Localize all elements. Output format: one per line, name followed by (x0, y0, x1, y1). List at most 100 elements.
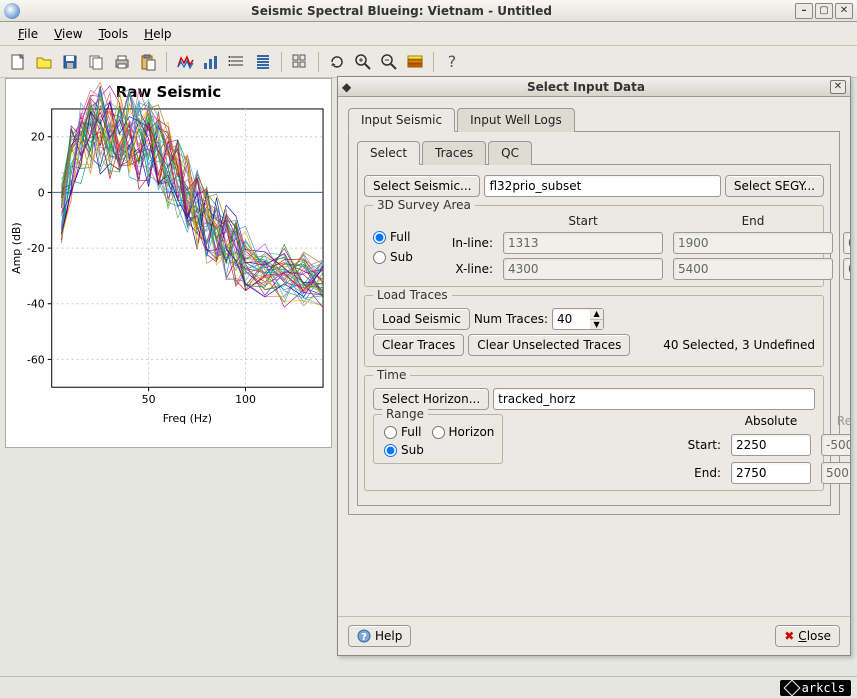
spinner-up-icon[interactable]: ▲ (590, 309, 603, 320)
chart-blue-icon[interactable] (199, 50, 223, 74)
window-titlebar: Seismic Spectral Blueing: Vietnam - Unti… (0, 0, 857, 22)
close-button[interactable]: ✖ Close (775, 625, 840, 647)
close-window-button[interactable]: ✕ (835, 3, 853, 19)
list-icon[interactable] (225, 50, 249, 74)
tab-input-seismic[interactable]: Input Seismic (348, 108, 455, 132)
plot-panel: Raw Seismic 50100-60-40-20020Amp (dB)Fre… (5, 78, 332, 448)
spinner-down-icon[interactable]: ▼ (590, 320, 603, 330)
new-file-icon[interactable] (6, 50, 30, 74)
select-seismic-button[interactable]: Select Seismic... (364, 175, 480, 197)
xline-start-input (503, 258, 663, 280)
tab-select[interactable]: Select (357, 141, 420, 165)
range-legend: Range (382, 407, 428, 421)
range-horizon-radio[interactable]: Horizon (432, 425, 495, 439)
survey-start-header: Start (503, 214, 663, 228)
toolbar-separator (433, 52, 434, 72)
toolbar-separator (281, 52, 282, 72)
time-legend: Time (373, 368, 410, 382)
clear-traces-button[interactable]: Clear Traces (373, 334, 464, 356)
inline-end-input (673, 232, 833, 254)
survey-end-header: End (673, 214, 833, 228)
num-traces-label: Num Traces: (474, 312, 548, 326)
bars-icon[interactable] (251, 50, 275, 74)
menu-view[interactable]: View (46, 25, 90, 43)
svg-text:Amp (dB): Amp (dB) (10, 222, 23, 273)
range-group: Range Full Horizon (373, 414, 503, 464)
menu-tools[interactable]: Tools (91, 25, 137, 43)
save-icon[interactable] (58, 50, 82, 74)
minimize-button[interactable]: – (795, 3, 813, 19)
range-horizon-label: Horizon (449, 425, 495, 439)
range-full-radio-input[interactable] (384, 426, 397, 439)
range-horizon-radio-input[interactable] (432, 426, 445, 439)
load-traces-group: Load Traces Load Seismic Num Traces: ▲ ▼ (364, 295, 824, 367)
load-legend: Load Traces (373, 288, 452, 302)
maximize-button[interactable]: ▢ (815, 3, 833, 19)
toolbar-separator (318, 52, 319, 72)
range-sub-label: Sub (401, 443, 424, 457)
menu-help[interactable]: Help (136, 25, 179, 43)
range-sub-radio[interactable]: Sub (384, 443, 492, 457)
open-folder-icon[interactable] (32, 50, 56, 74)
time-values-grid: Absolute Relative Start: End: (521, 414, 850, 484)
survey-sub-radio[interactable]: Sub (373, 250, 433, 264)
survey-full-radio-input[interactable] (373, 231, 386, 244)
zoom-in-icon[interactable] (351, 50, 375, 74)
survey-full-radio[interactable]: Full (373, 230, 433, 244)
dialog-footer: ? Help ✖ Close (338, 616, 850, 655)
time-start-rel-input (821, 434, 850, 456)
xline-label: X-line: (443, 262, 493, 276)
inline-inc-input (843, 232, 850, 254)
layers-icon[interactable] (403, 50, 427, 74)
help-circle-icon: ? (357, 629, 371, 643)
close-x-icon: ✖ (784, 629, 794, 643)
menu-file[interactable]: File (10, 25, 46, 43)
inner-tab-page: Select Seismic... Select SEGY... 3D Surv… (357, 165, 831, 506)
svg-text:-40: -40 (27, 298, 45, 311)
paste-icon[interactable] (136, 50, 160, 74)
range-full-radio[interactable]: Full (384, 425, 422, 439)
time-group: Time Select Horizon... Range (364, 375, 824, 491)
time-start-label: Start: (671, 438, 721, 452)
refresh-icon[interactable] (325, 50, 349, 74)
copy-icon[interactable] (84, 50, 108, 74)
clear-unselected-button[interactable]: Clear Unselected Traces (468, 334, 630, 356)
help-icon[interactable]: ? (440, 50, 464, 74)
range-sub-radio-input[interactable] (384, 444, 397, 457)
zoom-out-icon[interactable] (377, 50, 401, 74)
time-end-abs-input[interactable] (731, 462, 811, 484)
window-title: Seismic Spectral Blueing: Vietnam - Unti… (10, 4, 793, 18)
num-traces-spinner[interactable]: ▲ ▼ (552, 308, 604, 330)
seismic-name-input[interactable] (484, 175, 720, 197)
outer-tab-page: Select Traces QC Select Seismic... Selec… (348, 132, 840, 515)
help-button[interactable]: ? Help (348, 625, 411, 647)
load-seismic-button[interactable]: Load Seismic (373, 308, 470, 330)
horizon-input[interactable] (493, 388, 815, 410)
inline-label: In-line: (443, 236, 493, 250)
print-icon[interactable] (110, 50, 134, 74)
svg-text:-60: -60 (27, 353, 45, 366)
chart-red-icon[interactable] (173, 50, 197, 74)
time-start-abs-input[interactable] (731, 434, 811, 456)
svg-text:-20: -20 (27, 242, 45, 255)
select-input-data-dialog: ◆ Select Input Data ✕ Input Seismic Inpu… (337, 76, 851, 656)
dialog-title: Select Input Data (342, 80, 830, 94)
menu-file-rest: ile (24, 27, 38, 41)
help-button-label: Help (375, 629, 402, 643)
select-segy-button[interactable]: Select SEGY... (725, 175, 824, 197)
survey-sub-label: Sub (390, 250, 413, 264)
brand-badge: arkcls (780, 680, 851, 696)
brand-diamond-icon (783, 679, 800, 696)
svg-text:50: 50 (142, 393, 156, 406)
grid-icon[interactable] (288, 50, 312, 74)
tab-traces[interactable]: Traces (422, 141, 486, 165)
tab-input-well-logs[interactable]: Input Well Logs (457, 108, 575, 132)
survey-area-group: 3D Survey Area Full Sub (364, 205, 824, 287)
tab-qc[interactable]: QC (488, 141, 532, 165)
dialog-titlebar: ◆ Select Input Data ✕ (338, 77, 850, 97)
abs-header: Absolute (731, 414, 811, 428)
num-traces-input[interactable] (552, 308, 590, 330)
survey-sub-radio-input[interactable] (373, 251, 386, 264)
plot-canvas: 50100-60-40-20020Amp (dB)Freq (Hz) (6, 79, 331, 447)
dialog-close-icon[interactable]: ✕ (830, 80, 846, 94)
